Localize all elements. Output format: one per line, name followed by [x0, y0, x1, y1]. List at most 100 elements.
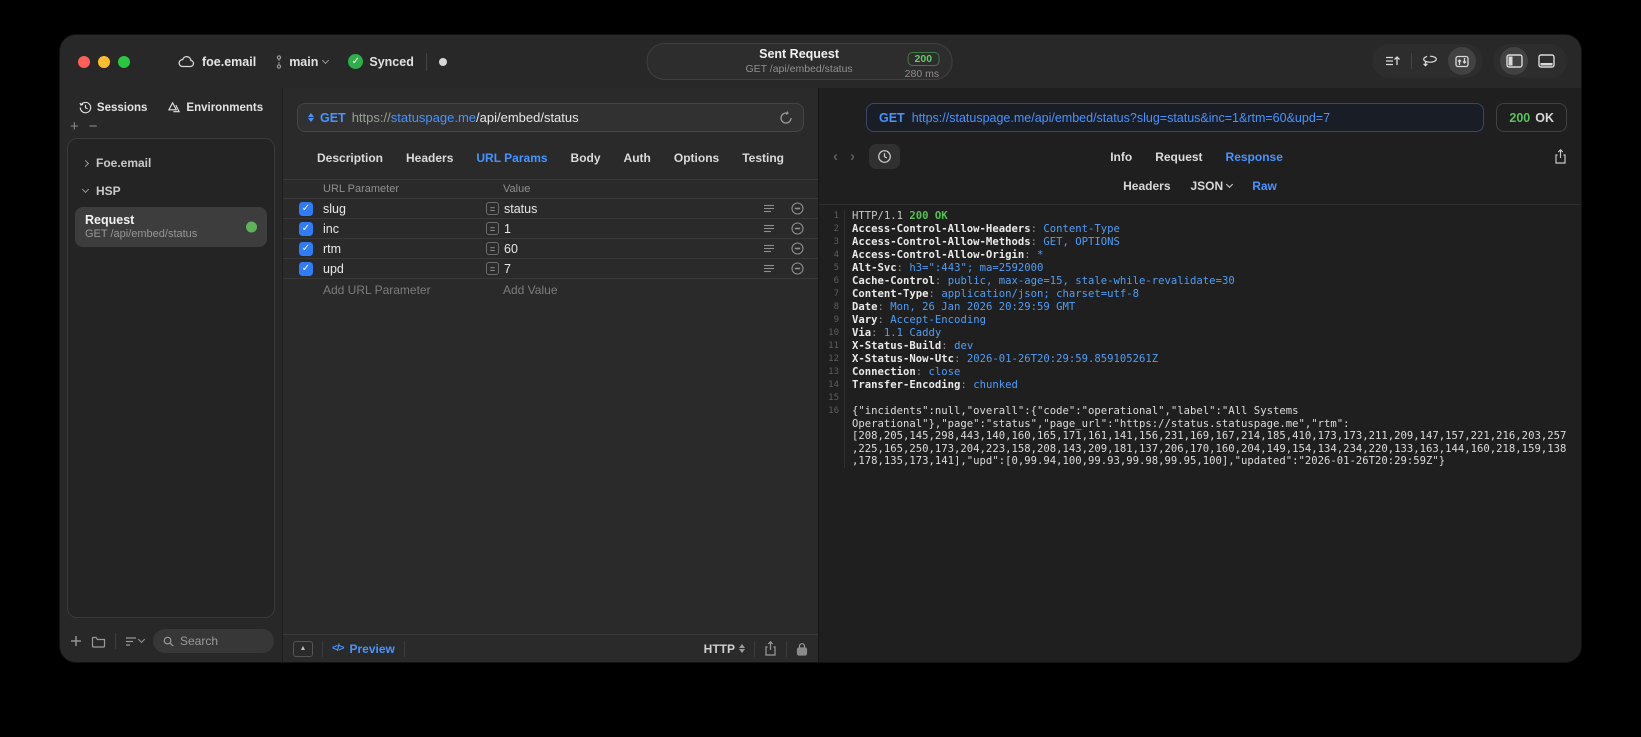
request-method[interactable]: GET: [320, 111, 346, 125]
export-response-icon[interactable]: [1554, 149, 1567, 164]
subtab-raw[interactable]: Raw: [1252, 179, 1277, 193]
code-line: 8 Date: Mon, 26 Jan 2026 20:29:59 GMT: [819, 301, 1581, 314]
row-options-icon[interactable]: [756, 204, 782, 214]
add-request-button[interactable]: [70, 635, 82, 647]
collapse-panel-button[interactable]: ▲: [293, 640, 313, 657]
param-value[interactable]: 60: [504, 242, 518, 256]
sent-request-summary[interactable]: Sent Request GET /api/embed/status 200 2…: [646, 43, 953, 81]
row-options-icon[interactable]: [756, 244, 782, 254]
code-icon: </>: [332, 643, 345, 654]
search-input[interactable]: Search: [153, 629, 274, 653]
toggle-sidebar-button[interactable]: [1500, 47, 1528, 75]
column-header-url-parameter: URL Parameter: [323, 183, 400, 195]
next-response-button[interactable]: ›: [850, 148, 855, 165]
subtab-json[interactable]: JSON: [1191, 179, 1234, 193]
new-folder-button[interactable]: [91, 635, 106, 648]
remove-param-icon[interactable]: [782, 202, 812, 215]
param-value[interactable]: 1: [504, 222, 511, 236]
tab-headers[interactable]: Headers: [406, 151, 453, 165]
tab-auth[interactable]: Auth: [624, 151, 651, 165]
tab-environments-label: Environments: [186, 101, 264, 114]
chevron-right-icon: [81, 159, 90, 167]
tab-request[interactable]: Request: [1155, 150, 1202, 164]
add-param-row[interactable]: Add URL Parameter Add Value: [283, 279, 818, 300]
import-request-button[interactable]: [1448, 47, 1476, 75]
remove-param-icon[interactable]: [782, 242, 812, 255]
remove-param-icon[interactable]: [782, 262, 812, 275]
resend-request-icon[interactable]: [779, 110, 793, 125]
param-name[interactable]: inc: [323, 222, 486, 236]
zoom-window-button[interactable]: [118, 55, 130, 68]
request-item-title: Request: [85, 213, 135, 227]
response-url: https://statuspage.me/api/embed/status?s…: [911, 110, 1331, 125]
param-checkbox[interactable]: ✓: [299, 261, 313, 276]
protocol-selector[interactable]: HTTP: [704, 642, 745, 656]
request-editor: GET https://statuspage.me/api/embed/stat…: [282, 88, 818, 662]
add-param-name-placeholder[interactable]: Add URL Parameter: [323, 283, 486, 297]
param-checkbox[interactable]: ✓: [299, 221, 313, 236]
project-switcher[interactable]: foe.email: [178, 55, 256, 69]
request-url[interactable]: https://statuspage.me/api/embed/status: [352, 110, 579, 125]
param-row[interactable]: ✓ rtm = 60: [283, 239, 818, 259]
subtab-headers[interactable]: Headers: [1123, 179, 1170, 193]
params-rows: ✓ slug = status ✓ inc = 1 ✓ rtm = 60 ✓ u…: [283, 199, 818, 279]
request-success-dot: [246, 221, 257, 233]
add-session-button[interactable]: +: [70, 118, 79, 135]
request-list-item[interactable]: Request GET /api/embed/status: [75, 207, 267, 247]
lock-icon[interactable]: [796, 642, 808, 656]
app-window: foe.email main ✓ Synced Sent Request GET…: [60, 35, 1581, 662]
tab-info[interactable]: Info: [1110, 150, 1132, 164]
row-options-icon[interactable]: [756, 224, 782, 234]
request-url-bar[interactable]: GET https://statuspage.me/api/embed/stat…: [297, 103, 804, 132]
summary-title: Sent Request: [759, 47, 840, 62]
param-row[interactable]: ✓ inc = 1: [283, 219, 818, 239]
close-window-button[interactable]: [78, 55, 90, 68]
param-name[interactable]: slug: [323, 202, 486, 216]
sessions-tree: Foe.email HSP Request GET /api/embed/sta…: [67, 138, 275, 618]
row-options-icon[interactable]: [756, 264, 782, 274]
lasso-select-button[interactable]: [1416, 47, 1444, 75]
sort-filter-button[interactable]: [125, 635, 146, 647]
code-line: 16 {"incidents":null,"overall":{"code":"o…: [819, 405, 1581, 468]
param-checkbox[interactable]: ✓: [299, 241, 313, 256]
params-header-row: URL Parameter Value: [283, 180, 818, 199]
code-line: 5 Alt-Svc: h3=":443"; ma=2592000: [819, 262, 1581, 275]
param-checkbox[interactable]: ✓: [299, 201, 313, 216]
param-name[interactable]: upd: [323, 262, 486, 276]
preview-button[interactable]: </> Preview: [332, 642, 395, 656]
tab-options[interactable]: Options: [674, 151, 719, 165]
prev-response-button[interactable]: ‹: [833, 148, 838, 165]
tab-response[interactable]: Response: [1226, 150, 1283, 164]
tab-description[interactable]: Description: [317, 151, 383, 165]
param-row[interactable]: ✓ upd = 7: [283, 259, 818, 279]
history-button[interactable]: [869, 144, 900, 169]
export-session-button[interactable]: [1379, 47, 1407, 75]
tree-group-foe-email[interactable]: Foe.email: [75, 149, 267, 177]
tab-testing[interactable]: Testing: [742, 151, 784, 165]
minimize-window-button[interactable]: [98, 55, 110, 68]
branch-selector[interactable]: main: [274, 55, 330, 69]
tab-body[interactable]: Body: [571, 151, 601, 165]
remove-param-icon[interactable]: [782, 222, 812, 235]
tab-sessions[interactable]: Sessions: [79, 97, 147, 118]
param-value[interactable]: 7: [504, 262, 511, 276]
toggle-bottom-panel-button[interactable]: [1532, 47, 1560, 75]
request-duration: 280 ms: [904, 68, 940, 81]
param-row[interactable]: ✓ slug = status: [283, 199, 818, 219]
tree-group-hsp[interactable]: HSP: [75, 177, 267, 205]
param-name[interactable]: rtm: [323, 242, 486, 256]
code-line: 6 Cache-Control: public, max-age=15, stal…: [819, 275, 1581, 288]
method-selector-icon[interactable]: [308, 113, 314, 122]
sync-status[interactable]: ✓ Synced: [348, 54, 414, 69]
add-param-value-placeholder[interactable]: Add Value: [486, 283, 756, 297]
project-name: foe.email: [202, 54, 257, 69]
tab-url-params[interactable]: URL Params: [476, 151, 547, 165]
remove-session-button[interactable]: −: [89, 118, 98, 135]
code-line: 10 Via: 1.1 Caddy: [819, 327, 1581, 340]
code-line: 9 Vary: Accept-Encoding: [819, 314, 1581, 327]
param-value[interactable]: status: [504, 202, 537, 216]
share-icon[interactable]: [764, 641, 777, 656]
response-body[interactable]: 1 HTTP/1.1 200 OK 2 Access-Control-Allow-He…: [819, 204, 1581, 662]
response-url-bar[interactable]: GET https://statuspage.me/api/embed/stat…: [866, 103, 1485, 132]
tab-environments[interactable]: Environments: [167, 97, 263, 118]
